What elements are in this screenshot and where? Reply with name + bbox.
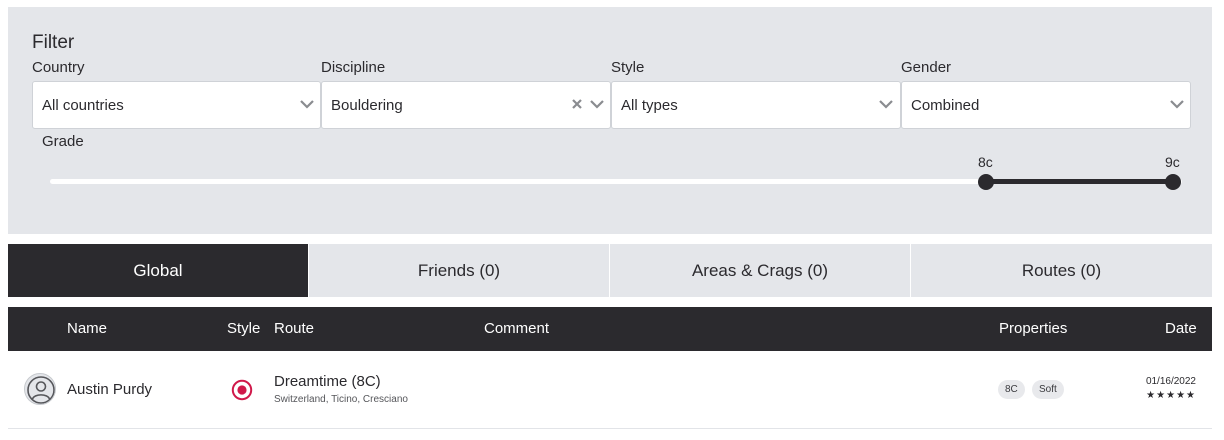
style-label: Style <box>611 59 645 76</box>
chevron-down-icon[interactable] <box>299 98 315 110</box>
grade-max-handle[interactable] <box>1165 174 1181 190</box>
chevron-down-icon[interactable] <box>878 98 894 110</box>
chevron-down-icon[interactable] <box>1169 98 1185 110</box>
tab-areas-crags[interactable]: Areas & Crags (0) <box>610 244 910 297</box>
style-select-value: All types <box>621 97 678 114</box>
route-name[interactable]: Dreamtime (8C) <box>274 373 381 390</box>
country-label: Country <box>32 59 85 76</box>
filter-panel: Filter Country All countries Discipline … <box>8 7 1212 234</box>
gender-label: Gender <box>901 59 952 76</box>
column-header-comment: Comment <box>484 320 550 337</box>
column-header-properties: Properties <box>999 320 1068 337</box>
tab-bar: Global Friends (0) Areas & Crags (0) Rou… <box>8 244 1212 297</box>
country-select-value: All countries <box>42 97 124 114</box>
user-icon <box>27 376 55 404</box>
discipline-label: Discipline <box>321 59 386 76</box>
grade-max-label: 9c <box>1165 154 1180 170</box>
gender-select-value: Combined <box>911 97 980 114</box>
chevron-down-icon[interactable] <box>589 98 605 110</box>
rating-stars: ★★★★★ <box>1146 390 1196 401</box>
column-header-style: Style <box>227 320 261 337</box>
filter-title: Filter <box>32 32 75 53</box>
avatar[interactable] <box>24 373 56 405</box>
grade-slider-range <box>986 179 1173 184</box>
table-row[interactable]: Austin Purdy Dreamtime (8C) Switzerland,… <box>8 351 1212 429</box>
discipline-select[interactable]: Bouldering <box>321 81 611 129</box>
column-header-route: Route <box>274 320 315 337</box>
climber-name[interactable]: Austin Purdy <box>67 381 152 398</box>
route-location: Switzerland, Ticino, Cresciano <box>274 394 408 405</box>
tab-global[interactable]: Global <box>8 244 308 297</box>
ascent-date: 01/16/2022 <box>1145 376 1196 387</box>
discipline-select-value: Bouldering <box>331 97 403 114</box>
tab-friends[interactable]: Friends (0) <box>309 244 609 297</box>
property-tag-soft: Soft <box>1032 380 1064 399</box>
grade-min-handle[interactable] <box>978 174 994 190</box>
clear-icon[interactable] <box>570 97 584 111</box>
table-header: Name Style Route Comment Properties Date <box>8 307 1212 351</box>
column-header-date: Date <box>1165 320 1197 337</box>
column-header-name: Name <box>67 320 108 337</box>
grade-min-label: 8c <box>978 154 993 170</box>
gender-select[interactable]: Combined <box>901 81 1191 129</box>
grade-label: Grade <box>42 133 84 150</box>
redpoint-icon <box>231 379 253 401</box>
property-tag-grade: 8C <box>998 380 1025 399</box>
tab-routes[interactable]: Routes (0) <box>911 244 1212 297</box>
country-select[interactable]: All countries <box>32 81 321 129</box>
style-select[interactable]: All types <box>611 81 901 129</box>
